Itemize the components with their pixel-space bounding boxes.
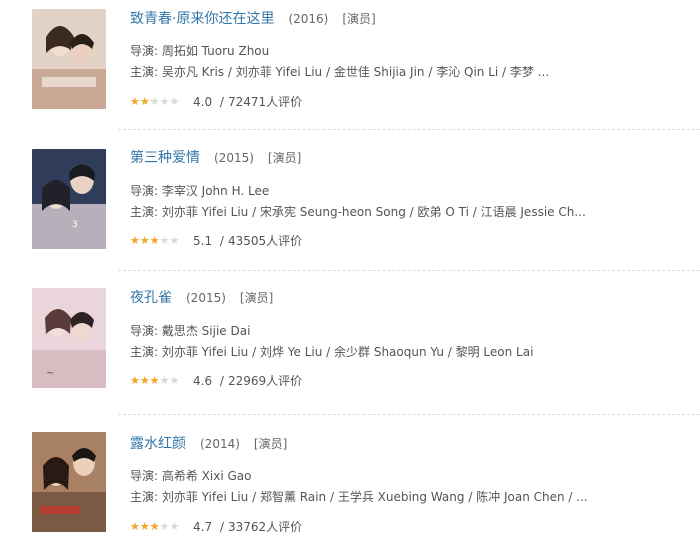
rating-stars: ★★★★★★★★★★ xyxy=(130,234,180,247)
movie-role: [演员] xyxy=(342,12,376,26)
rating-value: 4.6 xyxy=(193,374,213,388)
rating-row: ★★★★★★★★★★ 4.6 /22969人评价 xyxy=(130,372,302,390)
movie-poster[interactable]: 3 xyxy=(32,149,106,249)
rating-separator: / xyxy=(219,234,224,248)
title-row: 夜孔雀 (2015) [演员] xyxy=(130,287,273,307)
movie-poster[interactable] xyxy=(32,432,106,532)
director-line: 导演: 周拓如 Tuoru Zhou xyxy=(130,44,270,58)
title-row: 第三种爱情 (2015) [演员] xyxy=(130,147,301,167)
title-row: 致青春·原来你还在这里 (2016) [演员] xyxy=(130,8,376,28)
divider xyxy=(118,129,700,130)
rating-count: 33762人评价 xyxy=(227,520,303,534)
movie-year: (2015) xyxy=(214,151,254,165)
cast-line: 主演: 刘亦菲 Yifei Liu / 宋承宪 Seung-heon Song … xyxy=(130,205,586,219)
svg-text:3: 3 xyxy=(72,220,78,230)
movie-poster[interactable] xyxy=(32,9,106,109)
movie-item: ~ 夜孔雀 (2015) [演员] 导演: 戴思杰 Sijie Dai 主演: 刘亦… xyxy=(0,280,700,408)
rating-row: ★★★★★★★★★★ 5.1 /43505人评价 xyxy=(130,232,302,250)
rating-count: 22969人评价 xyxy=(227,374,303,388)
rating-stars: ★★★★★★★★★★ xyxy=(130,95,180,108)
rating-value: 4.0 xyxy=(193,95,213,109)
rating-separator: / xyxy=(219,374,224,388)
director-line: 导演: 戴思杰 Sijie Dai xyxy=(130,324,251,338)
movie-item: 致青春·原来你还在这里 (2016) [演员] 导演: 周拓如 Tuoru Zhou… xyxy=(0,0,700,128)
movie-title-link[interactable]: 第三种爱情 xyxy=(130,150,200,166)
movie-role: [演员] xyxy=(253,437,288,451)
rating-stars: ★★★★★★★★★★ xyxy=(130,520,180,533)
movie-item: 3 第三种爱情 (2015) [演员] 导演: 李宰汉 John H. Lee 主演… xyxy=(0,140,700,268)
movie-title-link[interactable]: 致青春·原来你还在这里 xyxy=(130,11,274,27)
poster-image xyxy=(32,9,106,109)
svg-text:~: ~ xyxy=(46,368,54,379)
director-line: 导演: 李宰汉 John H. Lee xyxy=(130,184,270,198)
rating-row: ★★★★★★★★★★ 4.7 /33762人评价 xyxy=(130,518,302,536)
divider xyxy=(118,270,700,271)
movie-title-link[interactable]: 夜孔雀 xyxy=(130,290,172,306)
movie-year: (2015) xyxy=(186,291,226,305)
rating-separator: / xyxy=(219,520,224,534)
cast-line: 主演: 刘亦菲 Yifei Liu / 刘烨 Ye Liu / 余少群 Shao… xyxy=(130,345,534,359)
rating-separator: / xyxy=(219,95,224,109)
rating-value: 5.1 xyxy=(193,234,213,248)
poster-image: 3 xyxy=(32,149,106,249)
title-row: 露水红颜 (2014) [演员] xyxy=(130,433,287,453)
divider xyxy=(118,414,700,415)
poster-image: ~ xyxy=(32,288,106,388)
movie-role: [演员] xyxy=(239,291,274,305)
rating-count: 72471人评价 xyxy=(227,95,303,109)
rating-stars: ★★★★★★★★★★ xyxy=(130,374,180,387)
movie-poster[interactable]: ~ xyxy=(32,288,106,388)
director-line: 导演: 高希希 Xixi Gao xyxy=(130,469,252,483)
movie-year: (2014) xyxy=(200,437,240,451)
movie-item: 露水红颜 (2014) [演员] 导演: 高希希 Xixi Gao 主演: 刘亦菲 … xyxy=(0,425,700,553)
poster-image xyxy=(32,432,106,532)
rating-count: 43505人评价 xyxy=(227,234,303,248)
cast-line: 主演: 刘亦菲 Yifei Liu / 郑智薰 Rain / 王学兵 Xuebi… xyxy=(130,490,588,504)
rating-row: ★★★★★★★★★★ 4.0 /72471人评价 xyxy=(130,93,302,111)
movie-title-link[interactable]: 露水红颜 xyxy=(130,436,186,452)
cast-line: 主演: 吴亦凡 Kris / 刘亦菲 Yifei Liu / 金世佳 Shiji… xyxy=(130,65,550,79)
movie-year: (2016) xyxy=(288,12,329,26)
movie-role: [演员] xyxy=(267,151,302,165)
rating-value: 4.7 xyxy=(193,520,213,534)
